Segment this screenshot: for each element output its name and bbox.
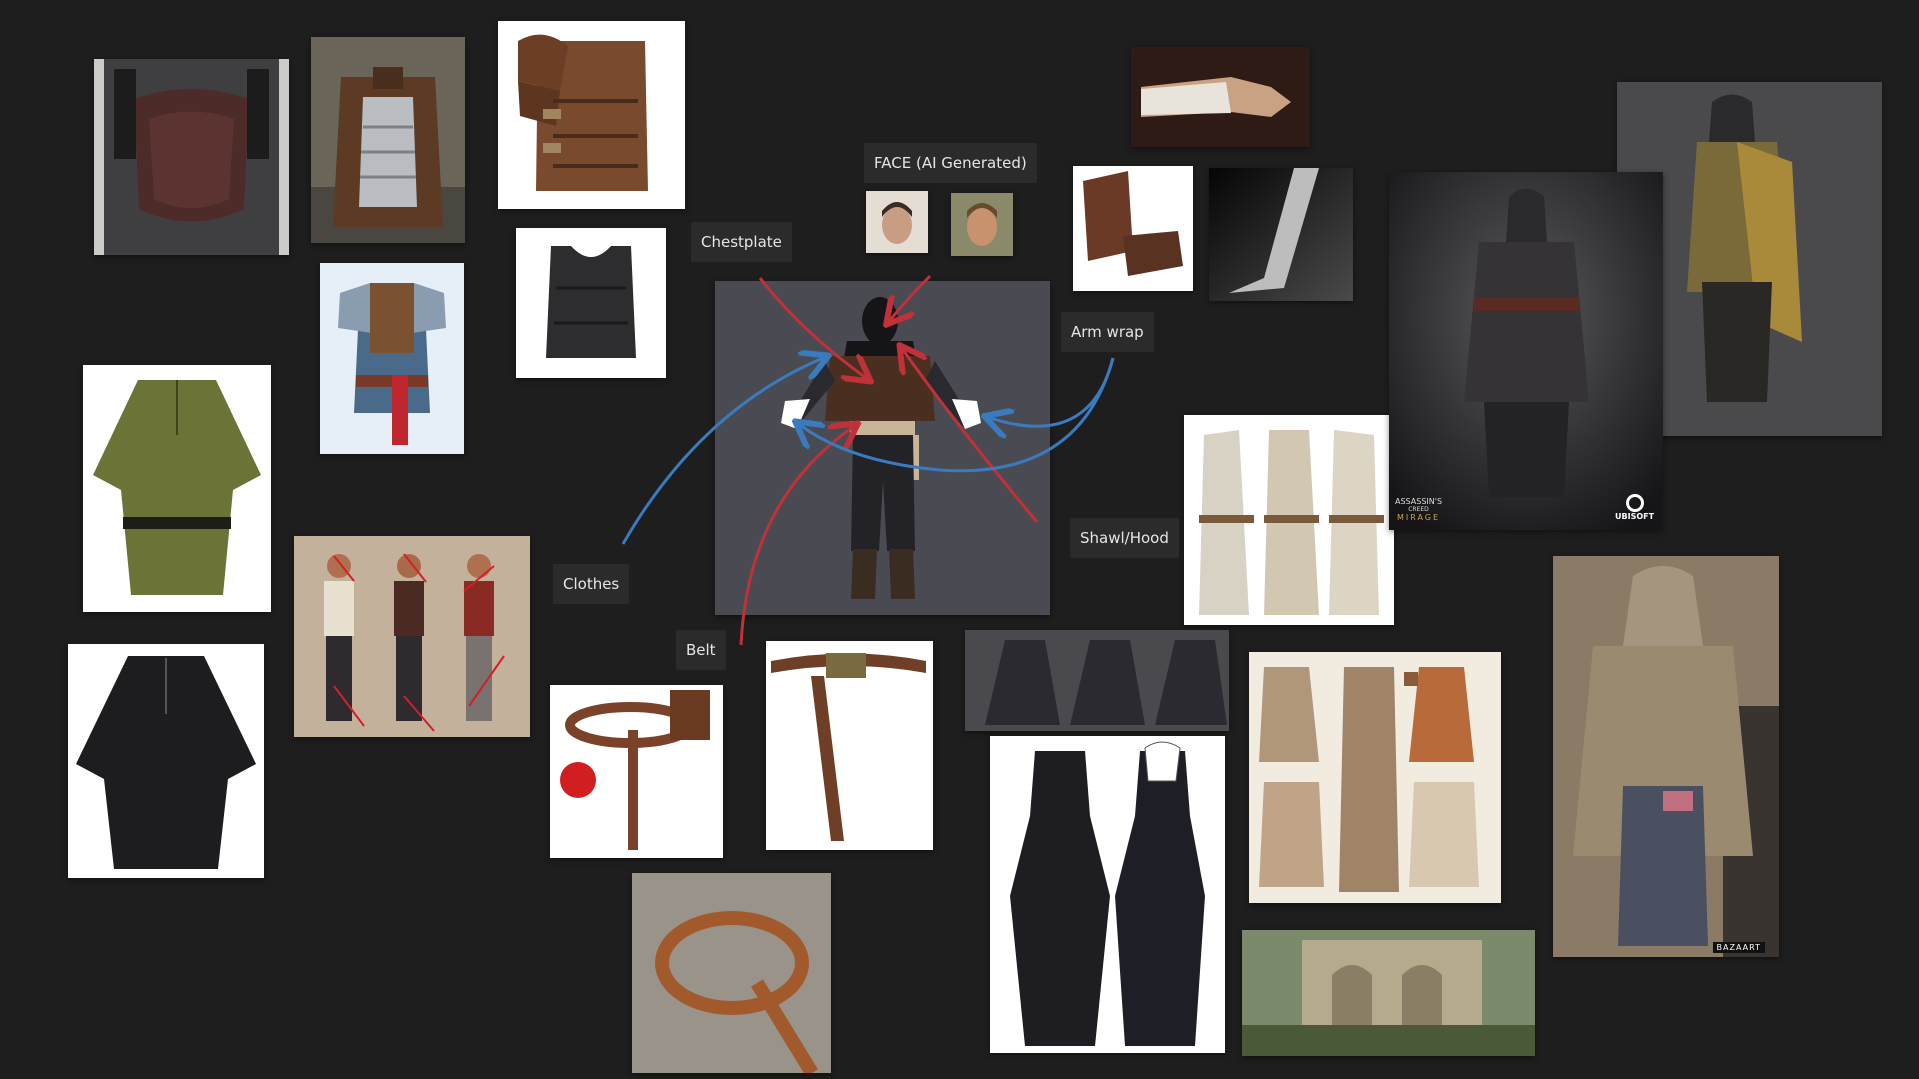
ref-belt-pouch[interactable]	[550, 685, 723, 858]
ref-shawl-concept-sheet[interactable]	[1249, 652, 1501, 903]
ref-ninja-concept[interactable]	[990, 736, 1225, 1053]
ref-shawl-concept-sheet-image	[1249, 652, 1501, 903]
ref-hand-wrap[interactable]	[1131, 47, 1310, 147]
ref-arm-wrap-render[interactable]	[1209, 168, 1353, 301]
ref-leather-pauldron-armor-image	[498, 21, 685, 209]
ref-belt-pouch-image	[550, 685, 723, 858]
ref-hooded-busts-image	[965, 630, 1229, 731]
label-arm-wrap[interactable]: Arm wrap	[1061, 312, 1154, 352]
ref-armor-concept-sketch[interactable]	[320, 263, 464, 454]
character-silhouette-panel[interactable]	[715, 281, 1050, 615]
ref-green-tunic[interactable]	[83, 365, 271, 612]
ref-ac-mirage-assassin[interactable]: ASSASSIN'S CREED MIRAGE UBISOFT	[1389, 172, 1663, 530]
ref-cosplay-photo[interactable]: BAZAART	[1553, 556, 1779, 957]
ref-tooled-leather-belt-image	[766, 641, 933, 850]
label-belt[interactable]: Belt	[676, 630, 726, 670]
ubisoft-label: UBISOFT	[1615, 512, 1655, 521]
label-chestplate[interactable]: Chestplate	[691, 222, 792, 262]
ref-face-1[interactable]	[866, 191, 928, 253]
ref-leather-bracer[interactable]	[1073, 166, 1193, 291]
ref-leather-bracer-image	[1073, 166, 1193, 291]
ref-leather-pauldron-armor[interactable]	[498, 21, 685, 209]
ac-logo-line3: MIRAGE	[1396, 513, 1441, 522]
label-shawl-hood[interactable]: Shawl/Hood	[1070, 518, 1179, 558]
ref-plate-vest-image	[311, 37, 465, 243]
ref-leather-back-harness-image	[94, 59, 289, 255]
bazaart-watermark: BAZAART	[1712, 942, 1765, 953]
ref-courtyard-scene-image	[1242, 930, 1535, 1056]
ref-armor-concept-sketch-image	[320, 263, 464, 454]
ref-face-2[interactable]	[951, 193, 1013, 256]
ubisoft-logo: UBISOFT	[1615, 494, 1654, 521]
label-face[interactable]: FACE (AI Generated)	[864, 143, 1037, 183]
ref-ninja-concept-image	[990, 736, 1225, 1053]
ubisoft-swirl-icon	[1625, 494, 1644, 512]
ref-dark-leather-vest[interactable]	[516, 228, 666, 378]
ac-logo-line1: ASSASSIN'S	[1395, 497, 1443, 506]
ref-courtyard-scene[interactable]	[1242, 930, 1535, 1056]
ref-face-1-image	[866, 191, 928, 253]
ref-belt-on-stone[interactable]	[632, 873, 831, 1073]
moodboard-canvas[interactable]: ASSASSIN'S CREED MIRAGE UBISOFT BAZAART	[0, 0, 1919, 1079]
ref-ac-mirage-assassin-image	[1389, 172, 1663, 530]
ref-green-tunic-image	[83, 365, 271, 612]
ref-cosplay-photo-image	[1553, 556, 1779, 957]
ref-character-lineup-image	[294, 536, 530, 737]
ref-hooded-busts[interactable]	[965, 630, 1229, 731]
ac-mirage-logo: ASSASSIN'S CREED MIRAGE	[1395, 498, 1442, 522]
ref-character-lineup[interactable]	[294, 536, 530, 737]
label-clothes[interactable]: Clothes	[553, 564, 630, 604]
ref-belt-on-stone-image	[632, 873, 831, 1073]
ref-plate-vest[interactable]	[311, 37, 465, 243]
ref-white-robe-trio-image	[1184, 415, 1394, 625]
ref-face-2-image	[951, 193, 1013, 256]
ref-leather-back-harness[interactable]	[94, 59, 289, 255]
ref-black-tunic-image	[68, 644, 264, 878]
character-silhouette-image	[715, 281, 1050, 615]
ref-arm-wrap-render-image	[1209, 168, 1353, 301]
ref-hand-wrap-image	[1131, 47, 1310, 147]
ref-tooled-leather-belt[interactable]	[766, 641, 933, 850]
ref-white-robe-trio[interactable]	[1184, 415, 1394, 625]
ref-dark-leather-vest-image	[516, 228, 666, 378]
ref-black-tunic[interactable]	[68, 644, 264, 878]
